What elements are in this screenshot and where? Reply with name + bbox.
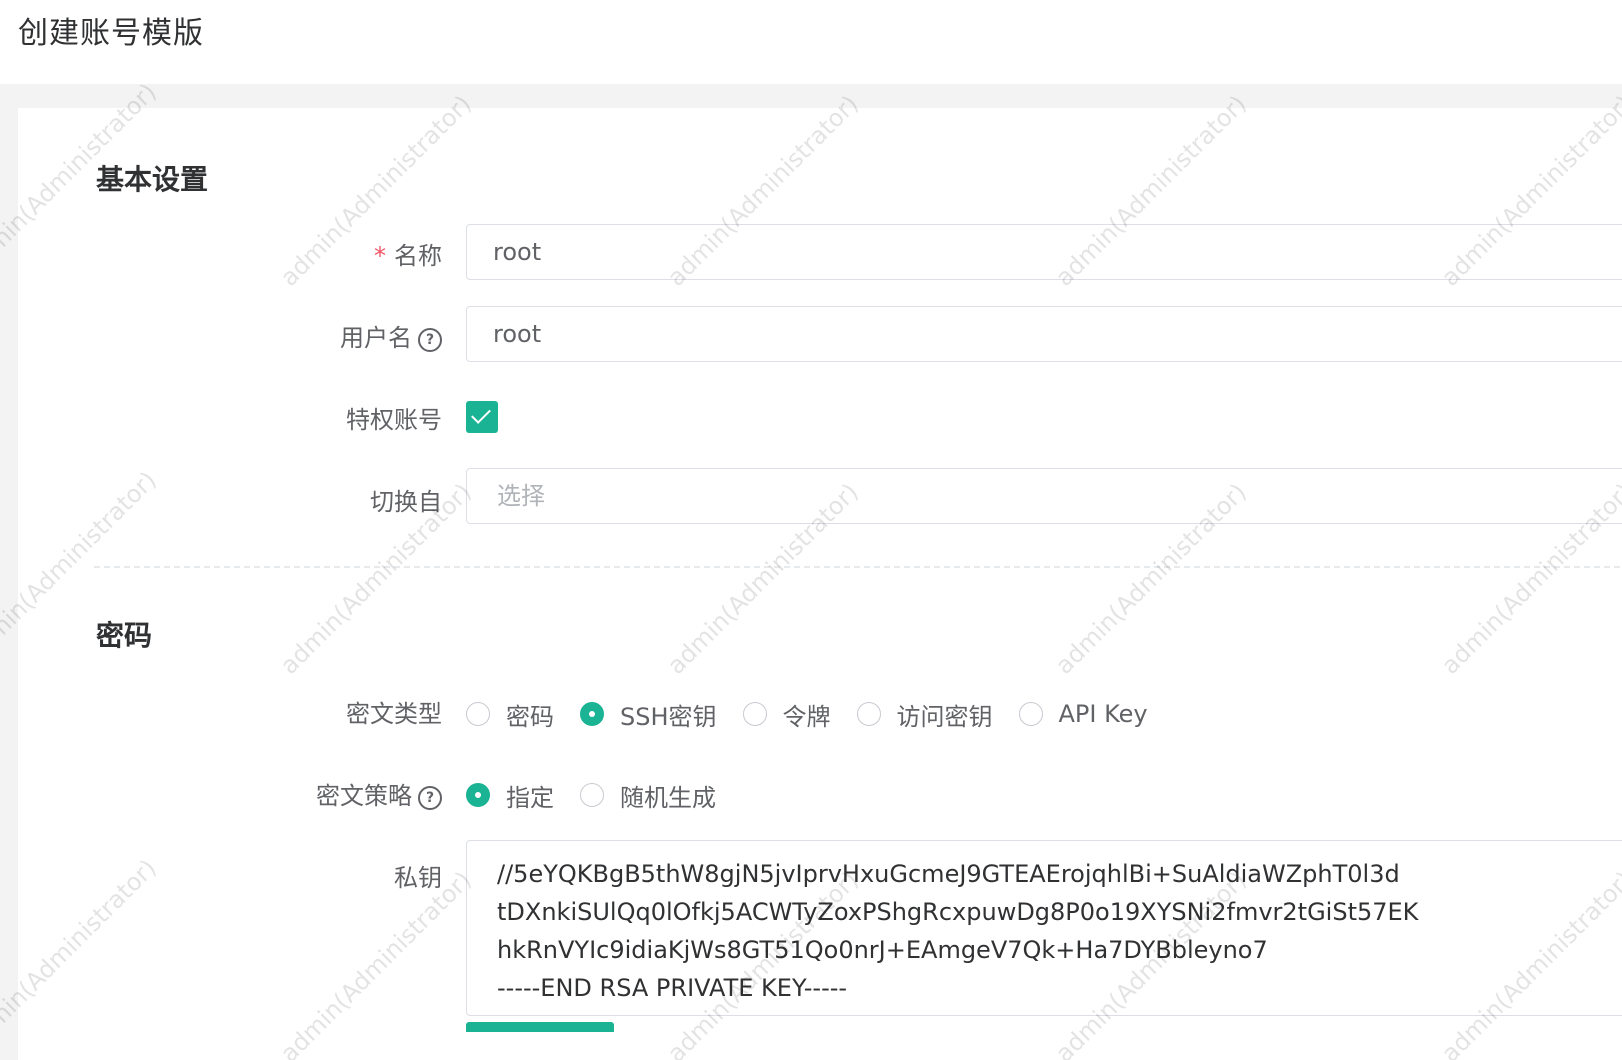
section-title-basic: 基本设置	[96, 163, 209, 196]
radio-button[interactable]	[856, 702, 881, 726]
radio-option-random[interactable]: 随机生成	[580, 778, 716, 813]
private-key-line: hkRnVYIc9idiaKjWs8GT51Qo0nrJ+EAmgeV7Qk+H…	[497, 936, 1268, 964]
radio-button[interactable]	[1018, 702, 1043, 726]
question-circle-icon[interactable]: ?	[418, 328, 442, 352]
required-mark: *	[374, 242, 386, 270]
su-from-label: 切换自	[370, 488, 442, 516]
radio-button[interactable]	[466, 702, 490, 726]
radio-option-api-key[interactable]: API Key	[1018, 700, 1148, 728]
page-header: 创建账号模版	[0, 0, 1622, 84]
section-divider	[94, 566, 1622, 568]
name-label-text: 名称	[394, 242, 442, 270]
radio-label: API Key	[1058, 700, 1148, 728]
secret-type-radio-group: 密码 SSH密钥 令牌 访问密钥 API Key	[466, 694, 1174, 734]
private-key-line: tDXnkiSUlQq0lOfkj5ACWTyZoxPShgRcxpuwDg8P…	[497, 898, 1419, 926]
radio-option-access-key[interactable]: 访问密钥	[856, 697, 993, 732]
radio-option-ssh-key[interactable]: SSH密钥	[580, 697, 717, 732]
radio-option-token[interactable]: 令牌	[742, 697, 831, 732]
secret-strategy-label-text: 密文策略	[316, 782, 412, 810]
radio-label: SSH密钥	[620, 702, 717, 731]
private-key-label: 私钥	[394, 864, 442, 892]
private-key-line-cut	[497, 841, 1418, 855]
page-title: 创建账号模版	[18, 16, 204, 51]
radio-label: 随机生成	[620, 783, 716, 812]
private-key-line: //5eYQKBgB5thW8gjN5jvIprvHxuGcmeJ9GTEAEr…	[497, 860, 1400, 888]
radio-option-specified[interactable]: 指定	[466, 778, 554, 813]
name-label: * 名称	[374, 236, 442, 271]
radio-button[interactable]	[580, 783, 604, 807]
radio-label: 令牌	[782, 702, 831, 731]
radio-button-selected[interactable]	[580, 702, 604, 726]
username-label: 用户名?	[340, 318, 442, 353]
radio-label: 密码	[506, 702, 554, 731]
name-input[interactable]: root	[466, 224, 1622, 280]
private-key-line: -----END RSA PRIVATE KEY-----	[497, 974, 848, 1002]
private-key-content: //5eYQKBgB5thW8gjN5jvIprvHxuGcmeJ9GTEAEr…	[497, 841, 1419, 1007]
secret-strategy-label: 密文策略?	[316, 776, 442, 811]
username-label-text: 用户名	[340, 324, 412, 352]
radio-option-password[interactable]: 密码	[466, 697, 554, 732]
radio-label: 指定	[506, 783, 554, 812]
su-from-select[interactable]: 选择	[466, 468, 1622, 524]
username-input[interactable]: root	[466, 306, 1622, 362]
privileged-label: 特权账号	[346, 406, 442, 434]
privileged-checkbox[interactable]	[466, 401, 498, 433]
radio-button-selected[interactable]	[466, 783, 490, 807]
private-key-textarea[interactable]: //5eYQKBgB5thW8gjN5jvIprvHxuGcmeJ9GTEAEr…	[466, 840, 1622, 1016]
question-circle-icon[interactable]: ?	[418, 786, 442, 810]
secret-type-label: 密文类型	[346, 700, 442, 728]
section-title-secret: 密码	[96, 619, 153, 652]
submit-button[interactable]	[466, 1022, 614, 1032]
radio-label: 访问密钥	[896, 702, 993, 731]
secret-strategy-radio-group: 指定 随机生成	[466, 775, 742, 815]
radio-button[interactable]	[742, 702, 767, 726]
form-card: 基本设置 * 名称 root 用户名? root 特权账号 切换自 选择 密码 密…	[18, 108, 1622, 1060]
